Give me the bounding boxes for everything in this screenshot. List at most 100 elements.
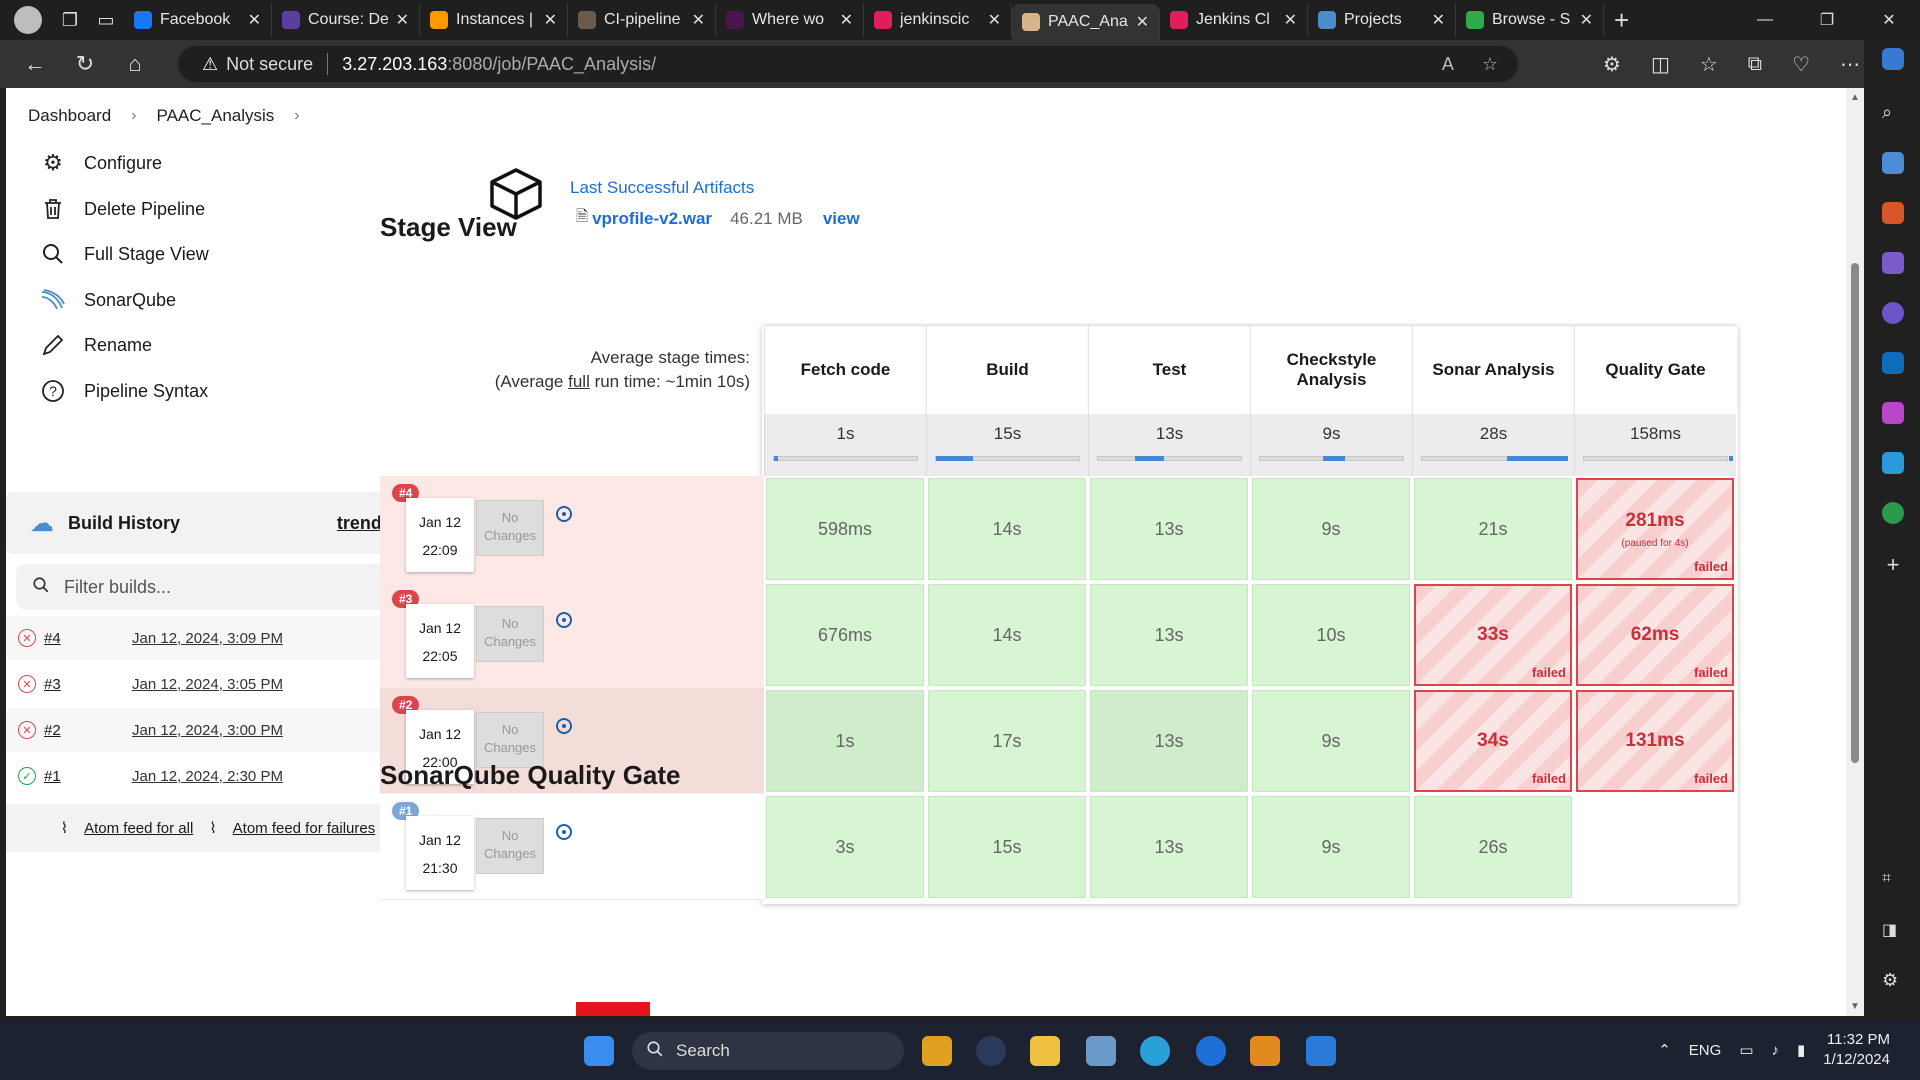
build-date-link[interactable]: Jan 12, 2024, 3:00 PM: [132, 722, 292, 739]
sidebar-item-sonarqube[interactable]: SonarQube: [40, 287, 176, 313]
split-screen-icon[interactable]: ◫: [1651, 52, 1670, 77]
atom-feed-all-link[interactable]: Atom feed for all: [84, 820, 193, 837]
run-info-icon[interactable]: [556, 824, 572, 840]
taskbar-search[interactable]: Search: [632, 1032, 904, 1070]
build-history-row[interactable]: ✕ #4 Jan 12, 2024, 3:09 PM: [6, 616, 430, 660]
close-tab-icon[interactable]: ✕: [248, 10, 261, 30]
browser-tab[interactable]: Where wo ✕: [716, 4, 864, 36]
stage-cell[interactable]: 15s: [928, 796, 1086, 898]
run-info-icon[interactable]: [556, 612, 572, 628]
close-tab-icon[interactable]: ✕: [840, 10, 853, 30]
build-date-link[interactable]: Jan 12, 2024, 3:05 PM: [132, 676, 292, 693]
browser-tab[interactable]: Course: De ✕: [272, 4, 420, 36]
close-tab-icon[interactable]: ✕: [1284, 10, 1297, 30]
volume-icon[interactable]: ♪: [1772, 1042, 1780, 1059]
stage-cell[interactable]: 34s failed: [1414, 690, 1572, 792]
run-changes[interactable]: No Changes: [476, 606, 544, 662]
collections-icon[interactable]: ⧉: [1748, 53, 1762, 76]
stage-cell[interactable]: 131ms failed: [1576, 690, 1734, 792]
minimize-button[interactable]: —: [1734, 0, 1796, 40]
browser-tab[interactable]: jenkinscic ✕: [864, 4, 1012, 36]
sidebar-item-rename[interactable]: Rename: [40, 332, 152, 358]
build-history-row[interactable]: ✕ #2 Jan 12, 2024, 3:00 PM: [6, 708, 430, 752]
stage-cell[interactable]: 9s: [1252, 478, 1410, 580]
sublime-text-icon[interactable]: [1250, 1036, 1280, 1066]
sidebar-toggle-icon[interactable]: ◨: [1882, 920, 1904, 942]
sidebar-item-full-stage-view[interactable]: Full Stage View: [40, 241, 209, 267]
battery-icon[interactable]: ▮: [1797, 1041, 1805, 1059]
read-aloud-icon[interactable]: A: [1442, 54, 1454, 75]
browser-tab[interactable]: CI-pipeline ✕: [568, 4, 716, 36]
run-changes[interactable]: No Changes: [476, 500, 544, 556]
stage-cell[interactable]: 17s: [928, 690, 1086, 792]
close-tab-icon[interactable]: ✕: [692, 10, 705, 30]
shopping-icon[interactable]: [1882, 152, 1904, 174]
clock[interactable]: 11:32 PM 1/12/2024: [1823, 1030, 1890, 1070]
sidebar-item-configure[interactable]: ⚙ Configure: [40, 150, 162, 176]
stage-cell[interactable]: 3s: [766, 796, 924, 898]
scrollbar-thumb[interactable]: [1851, 263, 1859, 763]
stage-cell[interactable]: 21s: [1414, 478, 1572, 580]
search-icon[interactable]: ⌕: [1882, 102, 1904, 124]
stage-cell[interactable]: 9s: [1252, 796, 1410, 898]
build-date-link[interactable]: Jan 12, 2024, 3:09 PM: [132, 630, 292, 647]
photos-icon[interactable]: [1086, 1036, 1116, 1066]
stage-cell[interactable]: 281ms (paused for 4s) failed: [1576, 478, 1734, 580]
new-tab-button[interactable]: +: [1614, 5, 1629, 36]
settings-gear-icon[interactable]: ⚙: [1882, 970, 1904, 992]
home-icon[interactable]: ⌂: [110, 51, 160, 77]
run-changes[interactable]: No Changes: [476, 818, 544, 874]
artifact-view-link[interactable]: view: [823, 209, 860, 229]
more-icon[interactable]: ⋯: [1840, 52, 1860, 77]
run-row-header[interactable]: #1 Jan 12 21:30 No Changes: [380, 794, 764, 900]
filter-builds-input[interactable]: Filter builds... /: [16, 564, 420, 610]
stage-cell[interactable]: 1s: [766, 690, 924, 792]
games-icon[interactable]: [1882, 252, 1904, 274]
outlook-icon[interactable]: [1882, 352, 1904, 374]
browser-tab[interactable]: Instances | ✕: [420, 4, 568, 36]
favorites-icon[interactable]: ☆: [1700, 52, 1718, 77]
stage-cell[interactable]: 10s: [1252, 584, 1410, 686]
build-number-link[interactable]: #1: [44, 768, 104, 785]
copilot-icon[interactable]: [1882, 48, 1904, 70]
breadcrumb-dashboard[interactable]: Dashboard: [28, 106, 111, 126]
network-icon[interactable]: ▭: [1739, 1041, 1753, 1059]
tools-icon[interactable]: [1882, 202, 1904, 224]
build-number-link[interactable]: #4: [44, 630, 104, 647]
browser-tab[interactable]: Projects ✕: [1308, 4, 1456, 36]
stage-cell[interactable]: 62ms failed: [1576, 584, 1734, 686]
close-tab-icon[interactable]: ✕: [544, 10, 557, 30]
stage-cell[interactable]: 13s: [1090, 478, 1248, 580]
maps-icon[interactable]: [1196, 1036, 1226, 1066]
run-row-header[interactable]: #3 Jan 12 22:05 No Changes: [380, 582, 764, 688]
run-info-icon[interactable]: [556, 718, 572, 734]
stage-cell[interactable]: 26s: [1414, 796, 1572, 898]
build-history-row[interactable]: ✓ #1 Jan 12, 2024, 2:30 PM: [6, 754, 430, 798]
stage-cell[interactable]: 676ms: [766, 584, 924, 686]
close-tab-icon[interactable]: ✕: [1432, 10, 1445, 30]
file-explorer-icon[interactable]: [1030, 1036, 1060, 1066]
stage-cell[interactable]: 9s: [1252, 690, 1410, 792]
vscode-icon[interactable]: [1306, 1036, 1336, 1066]
build-number-link[interactable]: #2: [44, 722, 104, 739]
edge-icon[interactable]: [1140, 1036, 1170, 1066]
stage-cell[interactable]: 14s: [928, 478, 1086, 580]
stage-cell[interactable]: 13s: [1090, 690, 1248, 792]
add-icon[interactable]: +: [1882, 552, 1904, 577]
close-tab-icon[interactable]: ✕: [988, 10, 1001, 30]
stage-cell[interactable]: 13s: [1090, 584, 1248, 686]
designer-icon[interactable]: [1882, 402, 1904, 424]
close-window-button[interactable]: ✕: [1858, 0, 1920, 40]
build-date-link[interactable]: Jan 12, 2024, 2:30 PM: [132, 768, 292, 785]
stage-cell[interactable]: 33s failed: [1414, 584, 1572, 686]
tab-actions-icon[interactable]: ▭: [88, 2, 124, 38]
stage-cell[interactable]: 13s: [1090, 796, 1248, 898]
workspaces-icon[interactable]: ❐: [52, 2, 88, 38]
restore-button[interactable]: ❐: [1796, 0, 1858, 40]
stage-cell[interactable]: 598ms: [766, 478, 924, 580]
app-icon[interactable]: [1882, 502, 1904, 524]
profile-avatar[interactable]: [14, 6, 42, 34]
artifact-file-link[interactable]: vprofile-v2.war: [592, 209, 712, 229]
close-tab-icon[interactable]: ✕: [1580, 10, 1593, 30]
atom-feed-failures-link[interactable]: Atom feed for failures: [233, 820, 376, 837]
